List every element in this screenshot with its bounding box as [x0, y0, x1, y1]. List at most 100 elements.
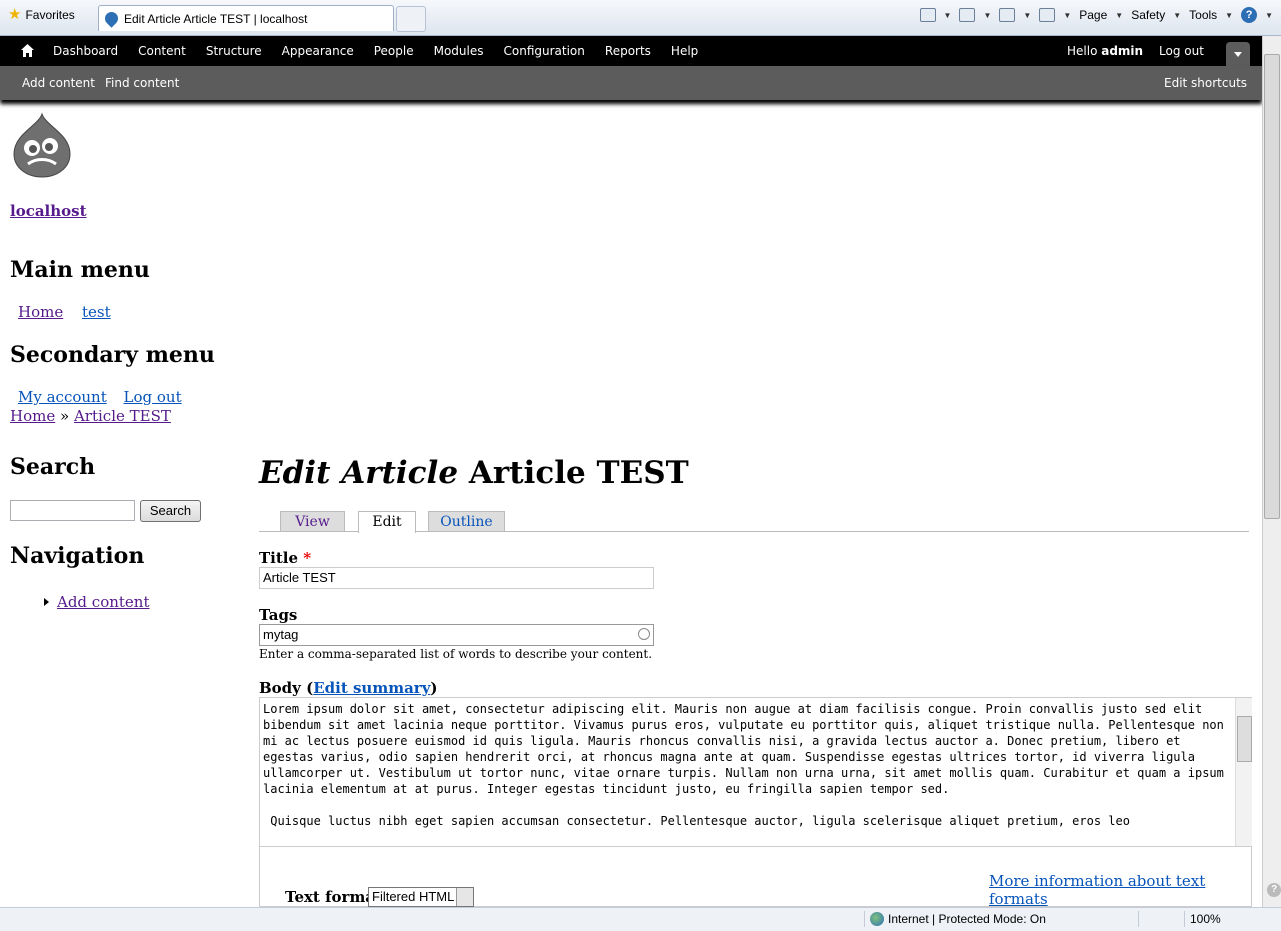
admin-toolbar: Dashboard Content Structure Appearance P…: [0, 36, 1262, 66]
tools-menu[interactable]: Tools: [1189, 8, 1217, 22]
feeds-icon[interactable]: [959, 8, 976, 22]
title-label-text: Title: [259, 549, 299, 567]
tags-input[interactable]: mytag: [259, 624, 654, 646]
browser-tab[interactable]: Edit Article Article TEST | localhost: [98, 5, 394, 31]
toolbar-item-configuration[interactable]: Configuration: [504, 44, 585, 58]
search-input[interactable]: [10, 500, 135, 521]
print-icon[interactable]: [1039, 8, 1056, 22]
breadcrumb: Home » Article TEST: [10, 407, 171, 425]
my-account-link[interactable]: My account: [18, 388, 107, 406]
new-tab-button[interactable]: [396, 6, 426, 32]
scrollbar-thumb[interactable]: [1264, 54, 1280, 519]
chevron-down-icon: ▼: [1115, 10, 1124, 20]
chevron-down-icon[interactable]: ▼: [1023, 11, 1031, 20]
shortcuts-bar: Add content Find content Edit shortcuts: [0, 66, 1262, 100]
navigation-heading: Navigation: [10, 543, 145, 569]
status-separator: [1184, 911, 1185, 927]
nav-item-label[interactable]: Add content: [57, 593, 150, 611]
browser-status-bar: Internet | Protected Mode: On 100%: [0, 907, 1281, 931]
page-title-type: Edit Article: [259, 455, 459, 491]
chevron-down-icon[interactable]: ▼: [1265, 11, 1273, 20]
tags-label: Tags: [259, 606, 298, 624]
page-title: Edit Article Article TEST: [259, 455, 689, 491]
required-marker: *: [303, 549, 312, 567]
help-icon[interactable]: ?: [1241, 7, 1258, 23]
breadcrumb-article[interactable]: Article TEST: [74, 407, 171, 425]
search-heading: Search: [10, 454, 96, 480]
browser-chrome: ★ Favorites Edit Article Article TEST | …: [0, 0, 1281, 36]
mail-icon[interactable]: [999, 8, 1016, 22]
favorites-button[interactable]: ★ Favorites: [8, 6, 75, 23]
status-separator: [1138, 911, 1139, 927]
question-icon: ?: [1267, 883, 1281, 897]
admin-menu: Dashboard Content Structure Appearance P…: [53, 36, 718, 66]
site-name-link[interactable]: localhost: [10, 202, 87, 220]
nav-item-add-content[interactable]: Add content: [44, 593, 150, 611]
shortcut-find-content[interactable]: Find content: [105, 76, 179, 90]
title-input[interactable]: Article TEST: [259, 567, 654, 589]
body-scrollbar-thumb[interactable]: [1237, 716, 1252, 762]
main-menu-heading: Main menu: [10, 257, 150, 283]
breadcrumb-home[interactable]: Home: [10, 407, 55, 425]
chevron-down-icon[interactable]: ▼: [1063, 11, 1071, 20]
body-label: Body (Edit summary): [259, 679, 438, 697]
tab-edit[interactable]: Edit: [358, 511, 416, 533]
command-bar: ▼ ▼ ▼ ▼ Page ▼ Safety ▼ Tools ▼ ? ▼: [919, 7, 1273, 23]
chevron-down-icon: ▼: [1173, 10, 1182, 20]
edit-summary-link[interactable]: Edit summary: [313, 679, 430, 697]
tab-view[interactable]: View: [280, 511, 345, 531]
autocomplete-throbber-icon: [638, 628, 650, 640]
search-button[interactable]: Search: [140, 500, 201, 522]
drupal-logo-icon[interactable]: [12, 112, 72, 178]
toolbar-item-content[interactable]: Content: [138, 44, 186, 58]
title-label: Title *: [259, 549, 311, 567]
toolbar-item-people[interactable]: People: [374, 44, 414, 58]
toolbar-item-help[interactable]: Help: [671, 44, 698, 58]
main-menu: Home test: [18, 303, 125, 321]
toolbar-item-appearance[interactable]: Appearance: [282, 44, 354, 58]
home-icon[interactable]: [21, 44, 34, 57]
page-title-node: Article TEST: [458, 455, 689, 491]
main-menu-test[interactable]: test: [82, 303, 111, 321]
secondary-menu-heading: Secondary menu: [10, 342, 215, 368]
username-link[interactable]: admin: [1101, 44, 1143, 58]
node-tabs: View Edit Outline: [259, 510, 1249, 533]
page-scrollbar[interactable]: [1262, 36, 1281, 907]
page-menu[interactable]: Page: [1079, 8, 1107, 22]
edit-shortcuts-link[interactable]: Edit shortcuts: [1164, 76, 1247, 90]
tab-outline[interactable]: Outline: [428, 511, 505, 531]
body-label-text: Body: [259, 679, 301, 697]
home-icon[interactable]: [919, 8, 936, 22]
user-greeting: Hello admin: [1067, 44, 1143, 58]
security-zone[interactable]: Internet | Protected Mode: On: [870, 912, 1046, 926]
toolbar-item-modules[interactable]: Modules: [434, 44, 484, 58]
breadcrumb-separator: »: [60, 407, 70, 425]
toolbar-item-structure[interactable]: Structure: [206, 44, 262, 58]
shortcut-add-content[interactable]: Add content: [22, 76, 95, 90]
toolbar-item-reports[interactable]: Reports: [605, 44, 651, 58]
tags-description: Enter a comma-separated list of words to…: [259, 647, 653, 661]
chevron-down-icon[interactable]: ▼: [944, 11, 952, 20]
tab-title: Edit Article Article TEST | localhost: [124, 11, 308, 26]
security-zone-text: Internet | Protected Mode: On: [888, 912, 1046, 926]
drupal-favicon-icon: [102, 9, 121, 28]
toolbar-item-dashboard[interactable]: Dashboard: [53, 44, 118, 58]
secondary-logout-link[interactable]: Log out: [124, 388, 182, 406]
main-menu-home[interactable]: Home: [18, 303, 63, 321]
body-textarea[interactable]: Lorem ipsum dolor sit amet, consectetur …: [259, 697, 1252, 847]
toolbar-logout-link[interactable]: Log out: [1159, 44, 1204, 58]
chevron-down-icon[interactable]: ▼: [983, 11, 991, 20]
shortcuts-toggle-button[interactable]: [1226, 42, 1250, 66]
status-separator: [864, 911, 865, 927]
secondary-menu: My account Log out: [18, 388, 194, 406]
body-scrollbar[interactable]: [1235, 698, 1252, 846]
zoom-level[interactable]: 100%: [1190, 912, 1221, 926]
globe-icon: [870, 912, 884, 926]
text-format-select[interactable]: Filtered HTML: [368, 887, 474, 907]
more-info-text[interactable]: More information about text formats: [989, 872, 1261, 908]
chevron-down-icon: ▼: [1225, 10, 1234, 20]
collapsed-triangle-icon: [44, 598, 49, 606]
more-info-link[interactable]: More information about text formats ?: [989, 872, 1281, 908]
safety-menu[interactable]: Safety: [1131, 8, 1165, 22]
star-icon: ★: [8, 6, 22, 23]
